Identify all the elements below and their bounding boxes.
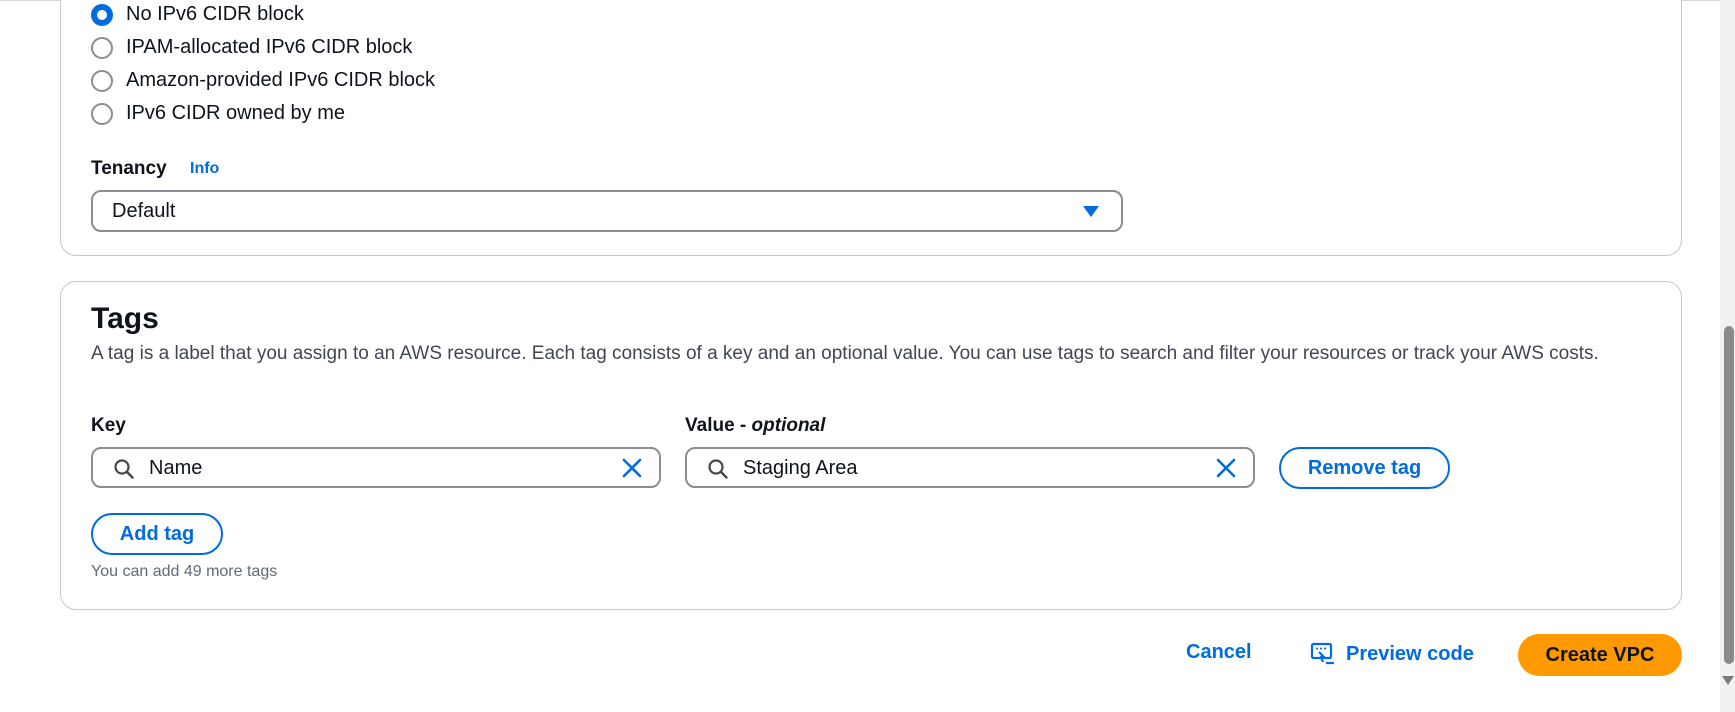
scrollbar-thumb[interactable] xyxy=(1724,326,1734,664)
radio-amazon-ipv6[interactable]: Amazon-provided IPv6 CIDR block xyxy=(91,69,435,92)
preview-code-button[interactable]: Preview code xyxy=(1310,641,1474,667)
close-icon[interactable] xyxy=(621,457,643,479)
code-preview-icon xyxy=(1310,642,1334,665)
tags-title: Tags xyxy=(91,302,159,335)
tag-key-label: Key xyxy=(91,415,126,436)
tag-value-input[interactable]: Staging Area xyxy=(685,447,1255,488)
create-vpc-button[interactable]: Create VPC xyxy=(1518,634,1682,676)
radio-button[interactable] xyxy=(91,102,113,125)
radio-button[interactable] xyxy=(91,69,113,92)
tag-value-label: Value - optional xyxy=(685,415,825,437)
tags-description: A tag is a label that you assign to an A… xyxy=(91,343,1599,364)
add-tag-button[interactable]: Add tag xyxy=(91,513,223,555)
close-icon[interactable] xyxy=(1215,457,1237,479)
tenancy-info-link[interactable]: Info xyxy=(190,160,219,178)
radio-owned-ipv6[interactable]: IPv6 CIDR owned by me xyxy=(91,102,345,125)
tag-value-label-text: Value - xyxy=(685,415,752,436)
scroll-down-arrow-icon[interactable] xyxy=(1722,676,1734,685)
search-icon xyxy=(114,459,134,479)
vertical-scrollbar[interactable] xyxy=(1720,0,1735,712)
tenancy-select[interactable]: Default xyxy=(91,190,1123,232)
preview-code-label: Preview code xyxy=(1346,642,1474,665)
vpc-settings-page: No IPv6 CIDR block IPAM-allocated IPv6 C… xyxy=(0,0,1735,712)
tags-remaining-hint: You can add 49 more tags xyxy=(91,563,278,580)
radio-button-selected[interactable] xyxy=(91,3,113,26)
radio-label: Amazon-provided IPv6 CIDR block xyxy=(126,69,436,91)
search-icon xyxy=(708,459,728,479)
tag-value-value: Staging Area xyxy=(743,457,858,479)
remove-tag-button[interactable]: Remove tag xyxy=(1279,447,1450,489)
radio-ipam-ipv6[interactable]: IPAM-allocated IPv6 CIDR block xyxy=(91,36,412,59)
cancel-button[interactable]: Cancel xyxy=(1186,641,1252,664)
cancel-label: Cancel xyxy=(1186,641,1252,663)
tenancy-selected-value: Default xyxy=(112,199,176,222)
radio-label: No IPv6 CIDR block xyxy=(126,3,304,25)
radio-no-ipv6[interactable]: No IPv6 CIDR block xyxy=(91,3,304,26)
caret-down-icon xyxy=(1083,206,1099,217)
radio-button[interactable] xyxy=(91,36,113,59)
tenancy-label: Tenancy xyxy=(91,158,167,179)
tag-key-input[interactable]: Name xyxy=(91,447,661,488)
tags-panel xyxy=(60,281,1682,610)
optional-label: optional xyxy=(751,415,826,436)
radio-label: IPv6 CIDR owned by me xyxy=(126,102,345,124)
tag-key-value: Name xyxy=(149,457,203,479)
radio-label: IPAM-allocated IPv6 CIDR block xyxy=(126,36,413,58)
